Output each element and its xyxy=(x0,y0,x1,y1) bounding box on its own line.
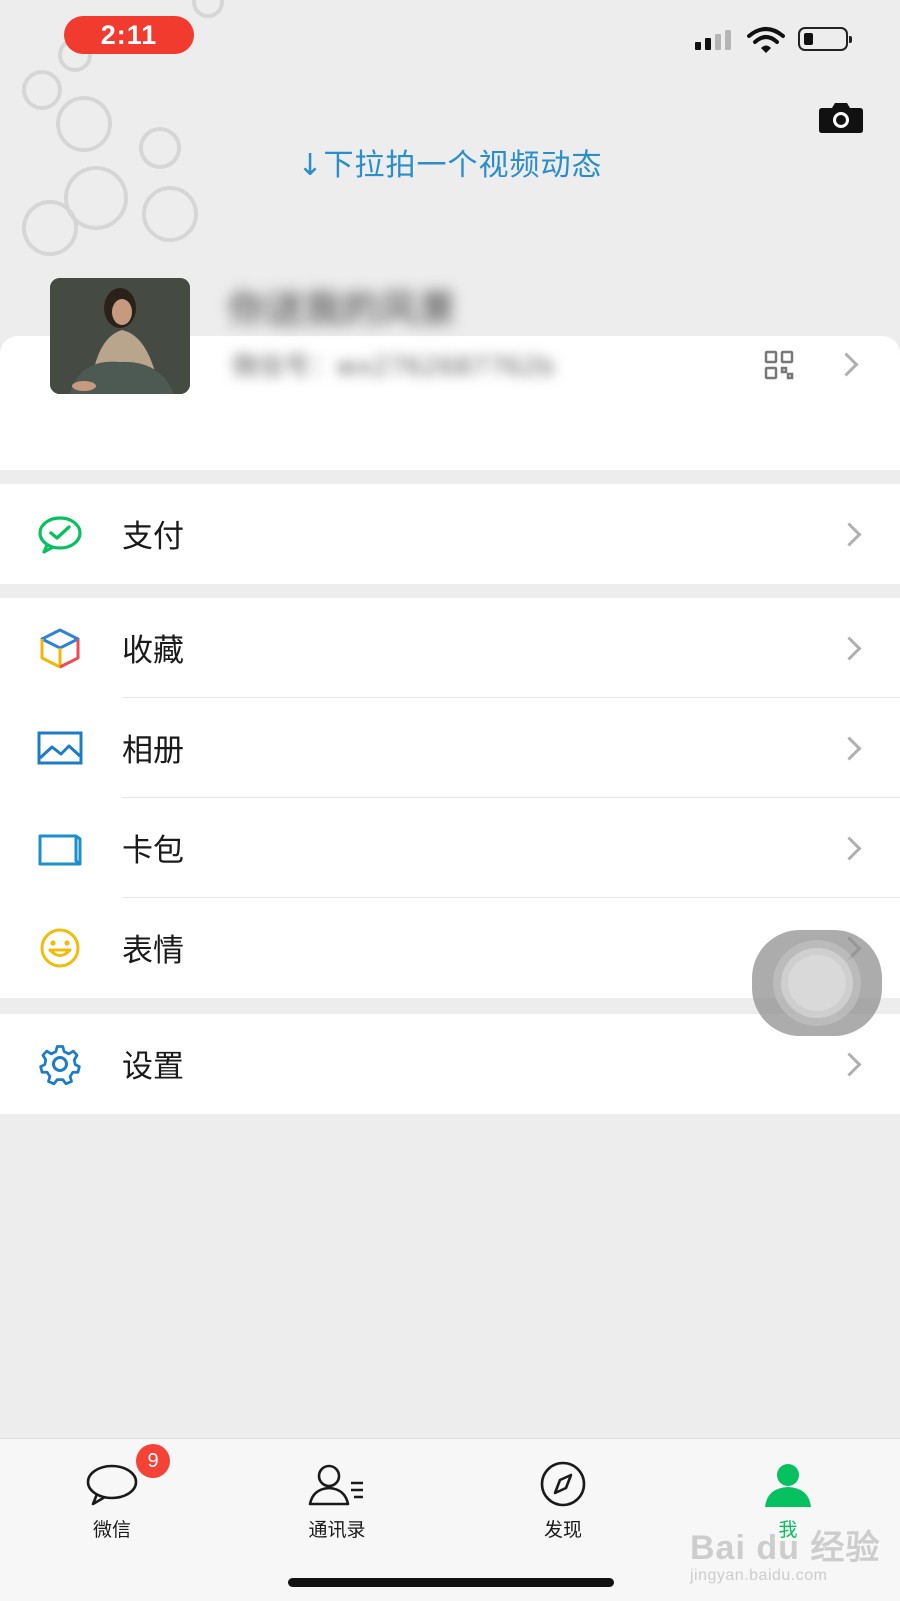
tab-discover-label: 发现 xyxy=(543,1519,582,1541)
menu-item-cards[interactable]: 卡包 xyxy=(0,798,900,898)
menu-item-stickers-label: 表情 xyxy=(122,933,184,969)
tab-contacts-label: 通讯录 xyxy=(308,1519,366,1541)
status-time: 2:11 xyxy=(64,16,194,54)
profile-nickname: 你送我的风景 xyxy=(228,287,457,331)
gear-icon xyxy=(39,1045,81,1085)
menu-item-favorites-label: 收藏 xyxy=(122,633,184,669)
person-icon xyxy=(765,1464,811,1507)
qr-code-icon[interactable] xyxy=(764,350,794,380)
card-wallet-icon xyxy=(38,834,82,866)
home-indicator[interactable] xyxy=(288,1578,614,1587)
smiley-icon xyxy=(40,928,80,968)
chevron-right-icon xyxy=(837,1052,862,1077)
menu-item-album-label: 相册 xyxy=(122,733,184,769)
tab-discover[interactable]: 发现 xyxy=(503,1457,623,1542)
settings-group: 设置 xyxy=(0,1014,900,1114)
menu-item-favorites[interactable]: 收藏 xyxy=(0,598,900,698)
chevron-right-icon xyxy=(837,636,862,661)
menu-item-settings[interactable]: 设置 xyxy=(0,1014,900,1114)
wechat-pay-icon xyxy=(38,516,82,554)
baidu-jingyan-watermark: Bai du 经验 jingyan.baidu.com xyxy=(690,1529,881,1584)
chat-bubble-icon xyxy=(86,1464,138,1506)
menu-item-pay[interactable]: 支付 xyxy=(0,484,900,584)
wifi-icon xyxy=(747,27,785,53)
camera-icon[interactable] xyxy=(818,100,864,134)
contacts-icon xyxy=(308,1464,363,1506)
menu-item-album[interactable]: 相册 xyxy=(0,698,900,798)
favorites-cube-icon xyxy=(40,628,80,669)
battery-icon xyxy=(798,27,852,51)
pay-group: 支付 xyxy=(0,484,900,584)
chevron-right-icon xyxy=(837,836,862,861)
cellular-signal-icon xyxy=(695,30,731,50)
avatar[interactable] xyxy=(50,278,190,394)
tab-contacts[interactable]: 通讯录 xyxy=(277,1457,397,1542)
profile-wechat-id: 微信号：wx2762687762b xyxy=(232,352,555,382)
menu-item-pay-label: 支付 xyxy=(122,519,184,555)
pull-down-video-hint[interactable]: ↓下拉拍一个视频动态 xyxy=(0,140,900,184)
chevron-right-icon xyxy=(837,522,862,547)
tab-chats-label: 微信 xyxy=(92,1519,131,1541)
services-group: 收藏 相册 卡包 表情 xyxy=(0,598,900,998)
chevron-right-icon xyxy=(837,736,862,761)
menu-item-settings-label: 设置 xyxy=(122,1049,184,1085)
album-icon xyxy=(37,731,83,765)
unread-badge: 9 xyxy=(136,1444,170,1478)
assistive-touch-button[interactable] xyxy=(752,930,882,1036)
compass-icon xyxy=(540,1461,586,1507)
menu-item-cards-label: 卡包 xyxy=(122,833,184,869)
